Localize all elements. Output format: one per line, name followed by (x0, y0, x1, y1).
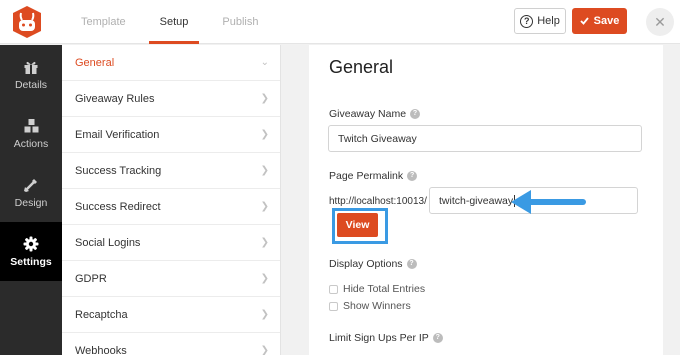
settings-subnav: General ⌄ Giveaway Rules ❯ Email Verific… (62, 45, 281, 355)
question-circle-icon: ? (520, 14, 534, 28)
chevron-right-icon: ❯ (260, 309, 269, 320)
help-hint-icon[interactable]: ? (406, 259, 417, 269)
subnav-label: GDPR (75, 272, 107, 285)
top-bar: Template Setup Publish ? Help Save ✕ (0, 0, 680, 44)
general-settings-panel: General Giveaway Name ? Twitch Giveaway … (309, 45, 663, 355)
chevron-right-icon: ❯ (260, 237, 269, 248)
annotation-arrow-icon (511, 190, 586, 214)
view-button[interactable]: View (337, 213, 378, 237)
chevron-right-icon: ❯ (260, 273, 269, 284)
subnav-item-success-tracking[interactable]: Success Tracking ❯ (62, 153, 280, 189)
cubes-icon (24, 118, 38, 132)
chevron-right-icon: ❯ (260, 129, 269, 140)
help-hint-icon[interactable]: ? (410, 109, 421, 119)
display-options-label-text: Display Options (329, 258, 403, 270)
checkbox-label: Hide Total Entries (343, 283, 426, 295)
gift-icon (24, 61, 38, 74)
rail-item-design[interactable]: Design (0, 163, 62, 222)
subnav-item-recaptcha[interactable]: Recaptcha ❯ (62, 297, 280, 333)
chevron-down-icon: ⌄ (260, 57, 269, 68)
checkmark-icon (580, 17, 589, 25)
help-label: Help (537, 15, 560, 27)
hide-total-entries-checkbox[interactable]: Hide Total Entries (329, 283, 425, 295)
permalink-prefix: http://localhost:10013/ (329, 196, 427, 207)
help-button[interactable]: ? Help (514, 8, 566, 34)
rail-label-design: Design (14, 196, 48, 209)
subnav-item-email-verification[interactable]: Email Verification ❯ (62, 117, 280, 153)
rail-label-actions: Actions (13, 137, 49, 150)
save-label: Save (593, 15, 620, 27)
rail-label-settings: Settings (10, 255, 52, 268)
subnav-item-webhooks[interactable]: Webhooks ❯ (62, 333, 280, 355)
rail-label-details: Details (14, 78, 48, 91)
display-options-label: Display Options ? (329, 258, 417, 270)
rail-item-details[interactable]: Details (0, 45, 62, 104)
chevron-right-icon: ❯ (260, 201, 269, 212)
subnav-label: Webhooks (75, 344, 127, 355)
subnav-item-general[interactable]: General ⌄ (62, 45, 280, 81)
giveaway-name-label-text: Giveaway Name (329, 108, 407, 120)
giveaway-name-input[interactable]: Twitch Giveaway (328, 125, 642, 152)
subnav-item-success-redirect[interactable]: Success Redirect ❯ (62, 189, 280, 225)
close-button[interactable]: ✕ (646, 8, 674, 36)
chevron-right-icon: ❯ (260, 345, 269, 355)
tab-setup[interactable]: Setup (148, 0, 200, 44)
limit-signups-label-text: Limit Sign Ups Per IP (329, 332, 429, 344)
limit-signups-label: Limit Sign Ups Per IP ? (329, 332, 443, 344)
subnav-label: Social Logins (75, 236, 141, 249)
subnav-label: Giveaway Rules (75, 92, 155, 105)
show-winners-checkbox[interactable]: Show Winners (329, 300, 411, 312)
rafflepress-logo-icon (13, 6, 41, 38)
help-hint-icon[interactable]: ? (432, 333, 443, 343)
subnav-label: Success Redirect (75, 200, 161, 213)
chevron-right-icon: ❯ (260, 93, 269, 104)
gear-icon (23, 236, 39, 251)
checkbox-label: Show Winners (343, 300, 411, 312)
subnav-item-gdpr[interactable]: GDPR ❯ (62, 261, 280, 297)
chevron-right-icon: ❯ (260, 165, 269, 176)
rail-item-settings[interactable]: Settings (0, 222, 62, 281)
save-button[interactable]: Save (572, 8, 627, 34)
giveaway-name-value: Twitch Giveaway (338, 132, 417, 145)
brush-icon (24, 178, 37, 192)
subnav-item-social-logins[interactable]: Social Logins ❯ (62, 225, 280, 261)
rail-item-actions[interactable]: Actions (0, 104, 62, 163)
giveaway-name-label: Giveaway Name ? (329, 108, 421, 120)
subnav-label: General (75, 56, 115, 69)
page-permalink-label-text: Page Permalink (329, 170, 404, 182)
left-rail: Details Actions Design Settings (0, 45, 62, 355)
tab-template[interactable]: Template (70, 0, 137, 44)
subnav-label: Success Tracking (75, 164, 162, 177)
view-label: View (345, 219, 370, 231)
page-permalink-label: Page Permalink ? (329, 170, 418, 182)
checkbox-box[interactable] (329, 301, 338, 311)
checkbox-box[interactable] (329, 284, 338, 294)
permalink-value: twitch-giveaway (439, 194, 514, 207)
subnav-label: Email Verification (75, 128, 160, 141)
help-hint-icon[interactable]: ? (407, 171, 418, 181)
tab-publish[interactable]: Publish (211, 0, 269, 44)
subnav-label: Recaptcha (75, 308, 128, 321)
close-icon: ✕ (654, 14, 666, 30)
subnav-item-giveaway-rules[interactable]: Giveaway Rules ❯ (62, 81, 280, 117)
page-title: General (329, 57, 394, 77)
